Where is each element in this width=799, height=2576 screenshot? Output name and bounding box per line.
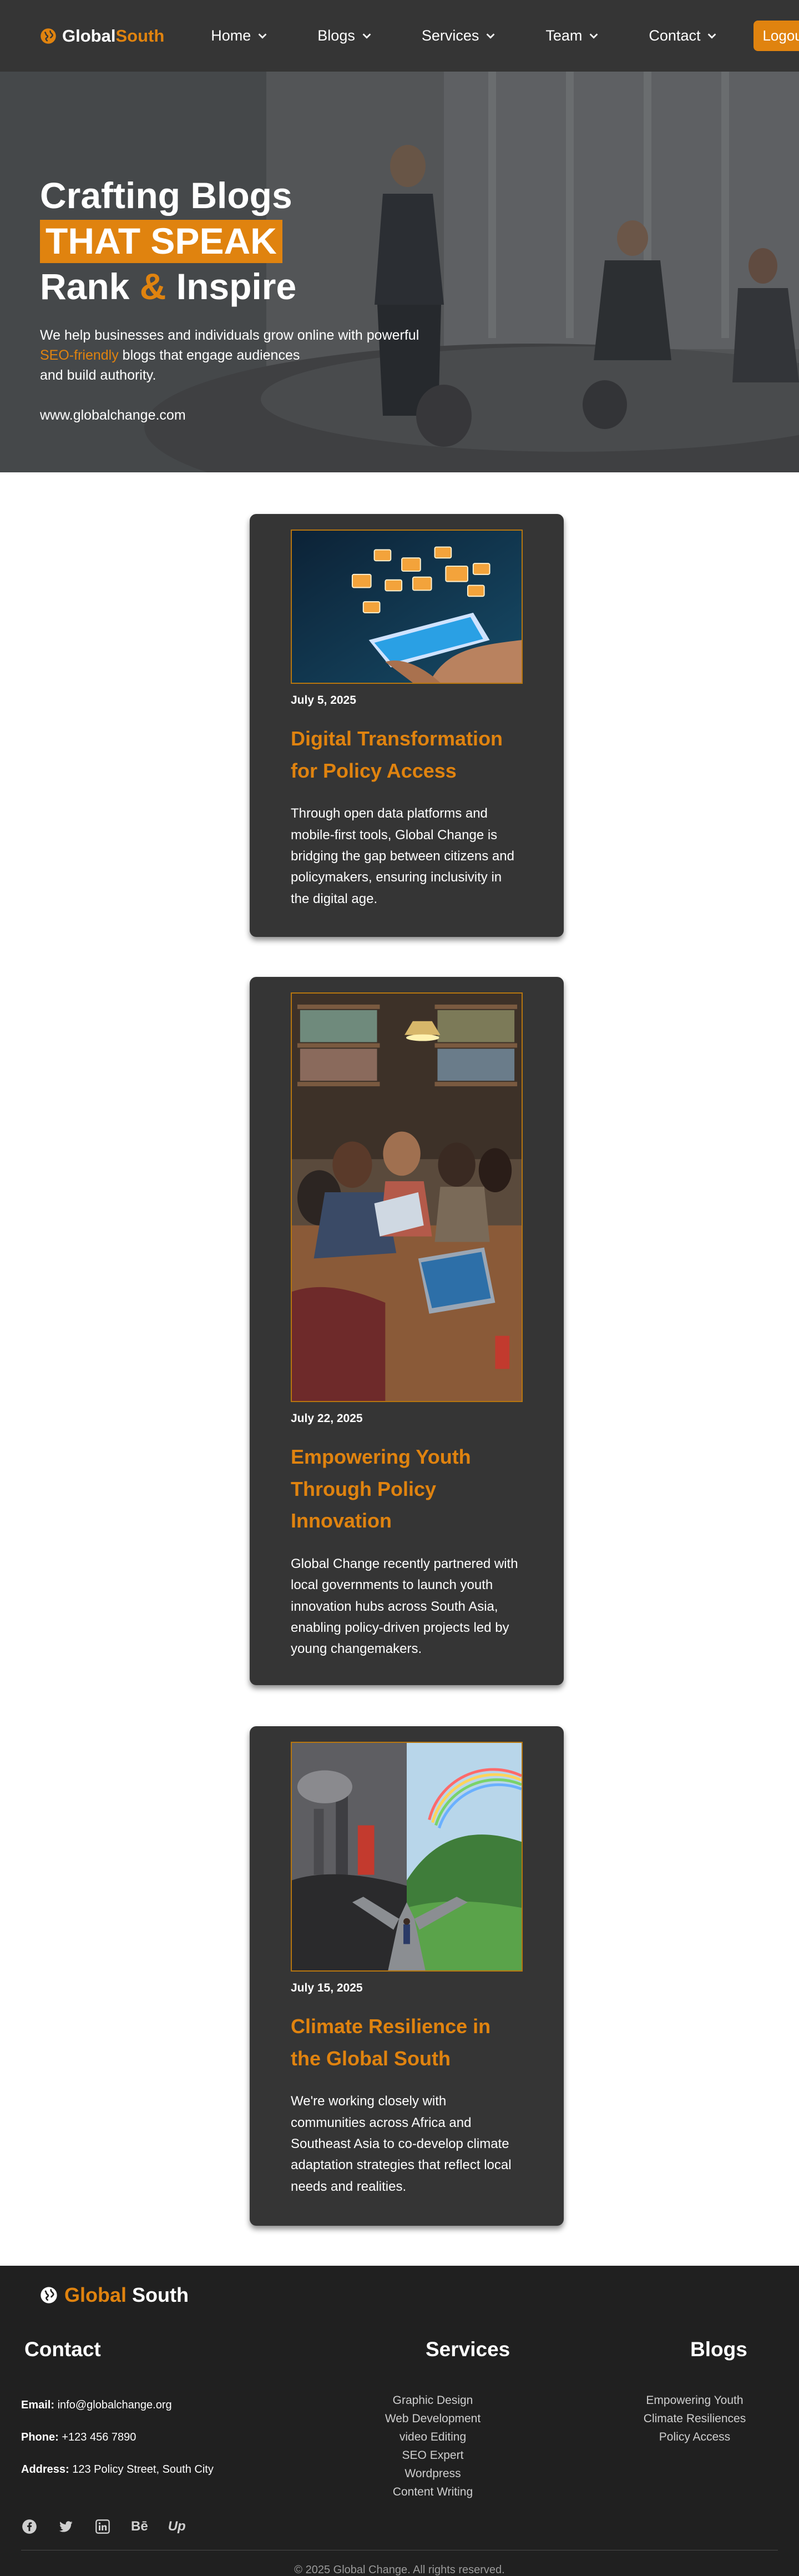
footer-service-link[interactable]: SEO Expert xyxy=(350,2446,516,2464)
footer-email[interactable]: Email: info@globalchange.org xyxy=(21,2399,172,2412)
behance-icon[interactable]: Bē xyxy=(131,2518,148,2535)
blog-card-image-youth xyxy=(291,992,523,1402)
blog-card[interactable]: July 22, 2025 Empowering Youth Through P… xyxy=(250,977,564,1685)
footer-phone-value: +123 456 7890 xyxy=(58,2431,136,2443)
footer-address-value: 123 Policy Street, South City xyxy=(69,2463,214,2476)
footer-social-links: Bē Up xyxy=(21,2518,186,2535)
logout-button[interactable]: Logout xyxy=(754,21,799,51)
blog-card-image-phone xyxy=(291,530,523,684)
footer-copyright: © 2025 Global Change. All rights reserve… xyxy=(294,2564,505,2576)
blog-card-date: July 15, 2025 xyxy=(291,1982,363,1994)
footer-service-link[interactable]: Wordpress xyxy=(350,2464,516,2483)
footer-service-link[interactable]: Web Development xyxy=(350,2409,516,2428)
blog-card-text: We're working closely with communities a… xyxy=(291,2094,512,2194)
blog-card[interactable]: July 15, 2025 Climate Resilience in the … xyxy=(250,1726,564,2226)
nav-blogs-label: Blogs xyxy=(317,27,355,44)
footer-brand[interactable]: Global South xyxy=(40,2283,189,2307)
blog-card-title[interactable]: Climate Resilience in the Global South xyxy=(291,2010,523,2074)
hero-title-line1: Crafting Blogs xyxy=(40,175,292,216)
hero-desc-part3: and build authority. xyxy=(40,367,156,384)
footer-blog-link[interactable]: Policy Access xyxy=(611,2428,778,2446)
hero-description: We help businesses and individuals grow … xyxy=(40,325,419,386)
blog-card-text: Global Change recently partnered with lo… xyxy=(291,1556,518,1657)
brand-name-part1: Global xyxy=(62,26,116,46)
linkedin-icon[interactable] xyxy=(94,2518,111,2535)
brand-name-part2: South xyxy=(115,26,165,46)
hero-content: Crafting Blogs THAT SPEAK Rank & Inspire… xyxy=(40,174,419,424)
chevron-down-icon xyxy=(258,33,267,39)
blog-card-image-climate xyxy=(291,1742,523,1972)
footer-services-list: Graphic Design Web Development video Edi… xyxy=(350,2391,516,2501)
nav-services-label: Services xyxy=(421,27,479,44)
footer-service-link[interactable]: Content Writing xyxy=(350,2483,516,2501)
hero-desc-part1: We help businesses and individuals grow … xyxy=(40,327,419,343)
hero-title: Crafting Blogs THAT SPEAK Rank & Inspire xyxy=(40,174,419,309)
hero-section: Crafting Blogs THAT SPEAK Rank & Inspire… xyxy=(0,72,799,472)
footer-blog-link[interactable]: Climate Resiliences xyxy=(611,2409,778,2428)
footer-phone[interactable]: Phone: +123 456 7890 xyxy=(21,2431,136,2444)
chevron-down-icon xyxy=(362,33,371,39)
footer-blogs-title: Blogs xyxy=(690,2338,747,2361)
nav-services[interactable]: Services xyxy=(397,27,522,44)
footer-blogs-list: Empowering Youth Climate Resiliences Pol… xyxy=(611,2391,778,2446)
footer-brand-part1: Global xyxy=(64,2283,127,2306)
chevron-down-icon xyxy=(486,33,495,39)
chevron-down-icon xyxy=(590,33,598,39)
hero-title-ampersand: & xyxy=(139,265,166,307)
footer-email-label: Email: xyxy=(21,2399,55,2411)
hero-desc-seo: SEO-friendly xyxy=(40,347,119,363)
footer-contact-title: Contact xyxy=(24,2338,101,2361)
nav-home[interactable]: Home xyxy=(186,27,293,44)
brand-logo[interactable]: Global South xyxy=(40,26,164,46)
upwork-icon[interactable]: Up xyxy=(168,2518,186,2535)
blog-card-text: Through open data platforms and mobile-f… xyxy=(291,806,514,906)
hero-desc-part2: blogs that engage audiences xyxy=(118,347,300,363)
nav-team-label: Team xyxy=(545,27,583,44)
nav-contact-label: Contact xyxy=(649,27,701,44)
hero-title-rank: Rank xyxy=(40,265,140,307)
nav-home-label: Home xyxy=(211,27,251,44)
hero-title-highlight: THAT SPEAK xyxy=(40,219,282,263)
nav-blogs[interactable]: Blogs xyxy=(293,27,397,44)
footer-service-link[interactable]: video Editing xyxy=(350,2428,516,2446)
footer-address-label: Address: xyxy=(21,2463,69,2476)
footer-brand-part2: South xyxy=(127,2283,189,2306)
blog-card-date: July 5, 2025 xyxy=(291,694,356,707)
top-navbar: Global South Home Blogs Services Team Con… xyxy=(0,0,799,72)
site-footer: Global South Contact Services Blogs Emai… xyxy=(0,2266,799,2576)
hero-website-link[interactable]: www.globalchange.com xyxy=(40,407,419,424)
main-nav: Home Blogs Services Team Contact Logout xyxy=(186,21,799,51)
nav-contact[interactable]: Contact xyxy=(624,27,742,44)
footer-address: Address: 123 Policy Street, South City xyxy=(21,2463,214,2476)
footer-service-link[interactable]: Graphic Design xyxy=(350,2391,516,2409)
nav-team[interactable]: Team xyxy=(521,27,624,44)
footer-phone-label: Phone: xyxy=(21,2431,59,2443)
blog-card[interactable]: July 5, 2025 Digital Transformation for … xyxy=(250,514,564,937)
facebook-icon[interactable] xyxy=(21,2518,38,2535)
footer-email-value: info@globalchange.org xyxy=(54,2399,172,2411)
footer-blog-link[interactable]: Empowering Youth xyxy=(611,2391,778,2409)
blog-card-date: July 22, 2025 xyxy=(291,1412,363,1425)
globe-icon xyxy=(41,28,56,44)
globe-icon xyxy=(41,2287,57,2303)
hero-title-inspire: Inspire xyxy=(166,265,297,307)
blog-card-title[interactable]: Empowering Youth Through Policy Innovati… xyxy=(291,1441,523,1537)
blog-card-title[interactable]: Digital Transformation for Policy Access xyxy=(291,723,523,787)
footer-services-title: Services xyxy=(426,2338,510,2361)
twitter-icon[interactable] xyxy=(58,2518,74,2535)
chevron-down-icon xyxy=(708,33,716,39)
